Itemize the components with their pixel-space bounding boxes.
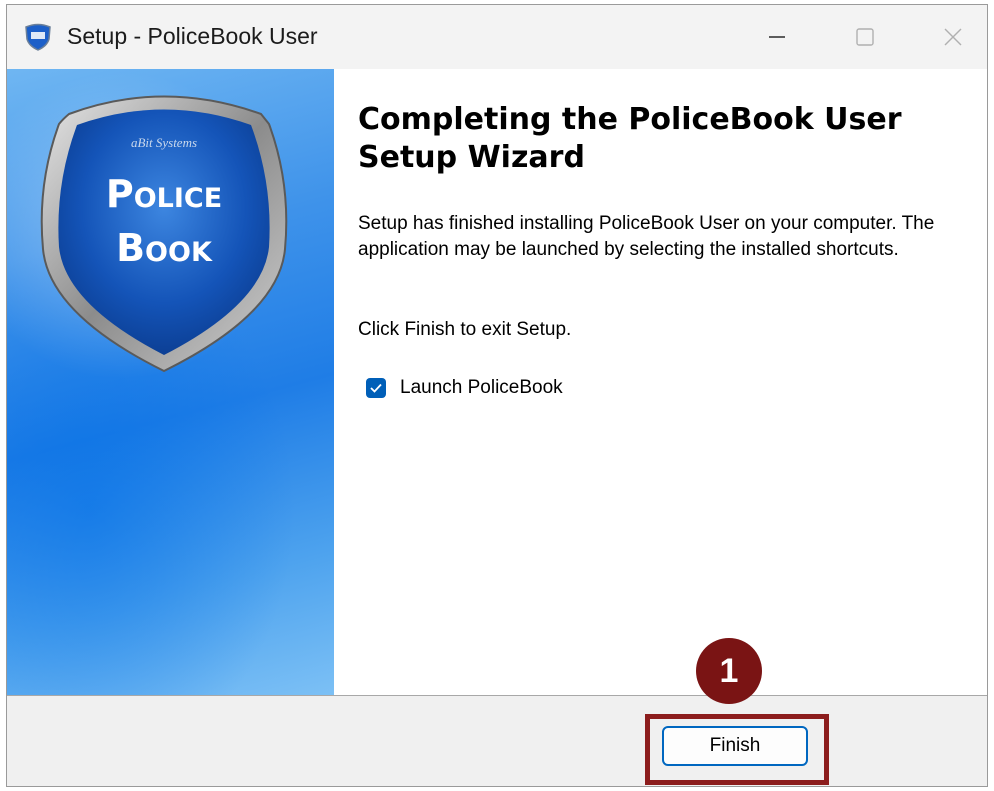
- wizard-content: Completing the PoliceBook User Setup Wiz…: [334, 69, 987, 695]
- wizard-side-banner: aBit Systems Police Book: [7, 69, 334, 695]
- close-button[interactable]: [907, 5, 987, 69]
- logo-police-text: Police: [106, 172, 222, 216]
- launch-checkbox[interactable]: [366, 378, 386, 398]
- exit-instruction: Click Finish to exit Setup.: [358, 319, 572, 340]
- maximize-button[interactable]: [819, 5, 911, 69]
- minimize-button[interactable]: [731, 5, 823, 69]
- wizard-heading: Completing the PoliceBook User Setup Wiz…: [358, 102, 902, 175]
- step-number-badge: 1: [696, 638, 762, 704]
- button-bar: Finish: [7, 695, 987, 786]
- policebook-logo: aBit Systems Police Book: [40, 95, 288, 373]
- logo-company-text: aBit Systems: [131, 135, 197, 150]
- maximize-icon: [856, 28, 874, 46]
- window-title: Setup - PoliceBook User: [67, 23, 318, 49]
- title-bar: Setup - PoliceBook User: [7, 5, 987, 69]
- app-icon: [23, 23, 53, 51]
- launch-checkbox-label: Launch PoliceBook: [400, 377, 563, 398]
- minimize-icon: [769, 36, 785, 38]
- launch-policebook-option[interactable]: Launch PoliceBook: [366, 377, 563, 399]
- close-icon: [944, 28, 962, 46]
- setup-window: Setup - PoliceBook User aBit Systems Pol…: [6, 4, 988, 787]
- checkmark-icon: [370, 383, 382, 393]
- logo-book-text: Book: [116, 226, 213, 270]
- finish-highlight-box: [645, 714, 829, 785]
- completion-message: Setup has finished installing PoliceBook…: [358, 213, 935, 260]
